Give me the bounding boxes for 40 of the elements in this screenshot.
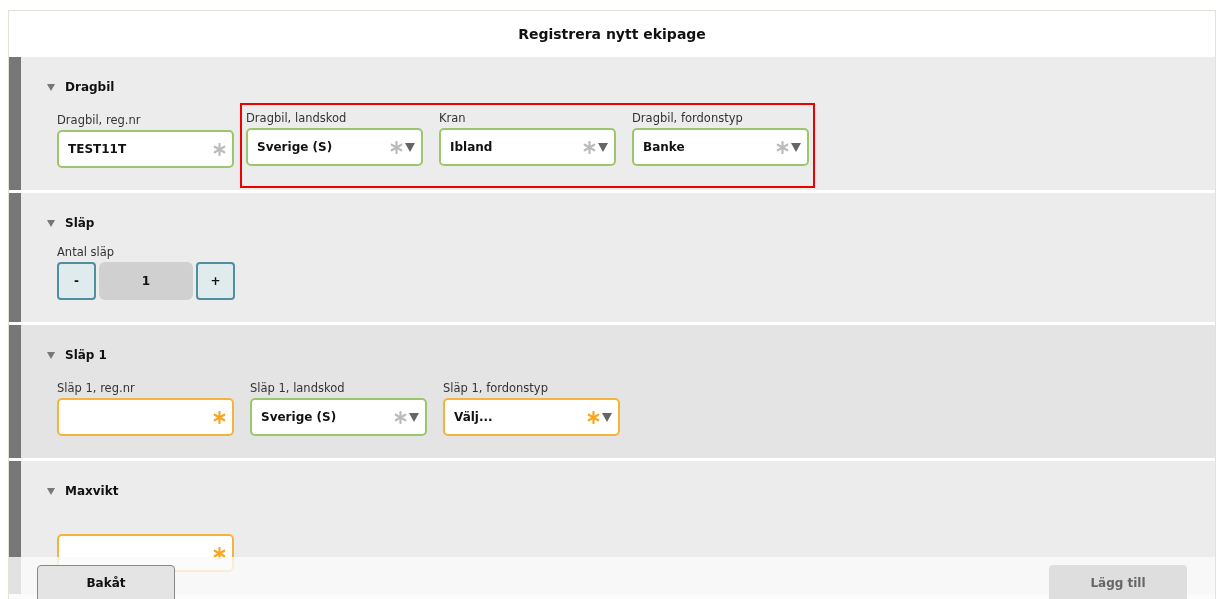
caret-icon (791, 142, 801, 152)
caret-icon (409, 412, 419, 422)
back-button[interactable]: Bakåt (37, 565, 175, 599)
expand-icon[interactable] (47, 487, 55, 495)
section-title[interactable]: Släp 1 (65, 348, 107, 362)
expand-icon[interactable] (47, 351, 55, 359)
increment-button[interactable]: + (196, 262, 235, 300)
section-title[interactable]: Släp (65, 216, 95, 230)
field-label: Släp 1, reg.nr (57, 381, 136, 395)
caret-icon (598, 142, 608, 152)
section-title[interactable]: Dragbil (65, 80, 115, 94)
field-label: Släp 1, fordonstyp (443, 381, 549, 395)
required-icon (394, 410, 407, 424)
required-icon (583, 140, 596, 154)
required-icon (776, 140, 789, 154)
field-label: Dragbil, landskod (246, 111, 348, 125)
expand-icon[interactable] (47, 219, 55, 227)
select-field[interactable]: Sverige (S) (246, 128, 423, 166)
caret-icon (602, 412, 612, 422)
required-icon (390, 140, 403, 154)
expand-icon[interactable] (47, 83, 55, 91)
select-field[interactable]: Banke (632, 128, 809, 166)
window-title: Registrera nytt ekipage (518, 26, 706, 42)
select-field[interactable]: Välj... (443, 398, 620, 436)
select-field[interactable]: Sverige (S) (250, 398, 427, 436)
required-icon (213, 142, 226, 156)
field-label: Dragbil, fordonstyp (632, 111, 744, 125)
field-label: Antal släp (57, 245, 116, 259)
input-field[interactable]: TEST11T (57, 130, 234, 168)
required-icon (587, 410, 600, 424)
input-field[interactable] (57, 398, 234, 436)
field-label: Släp 1, landskod (250, 381, 346, 395)
field-label: Dragbil, reg.nr (57, 113, 142, 127)
field-label: Kran (439, 111, 467, 125)
section-title[interactable]: Maxvikt (65, 484, 119, 498)
count-display: 1 (99, 262, 193, 300)
caret-icon (405, 142, 415, 152)
required-icon (213, 410, 226, 424)
decrement-button[interactable]: - (57, 262, 96, 300)
select-field[interactable]: Ibland (439, 128, 616, 166)
